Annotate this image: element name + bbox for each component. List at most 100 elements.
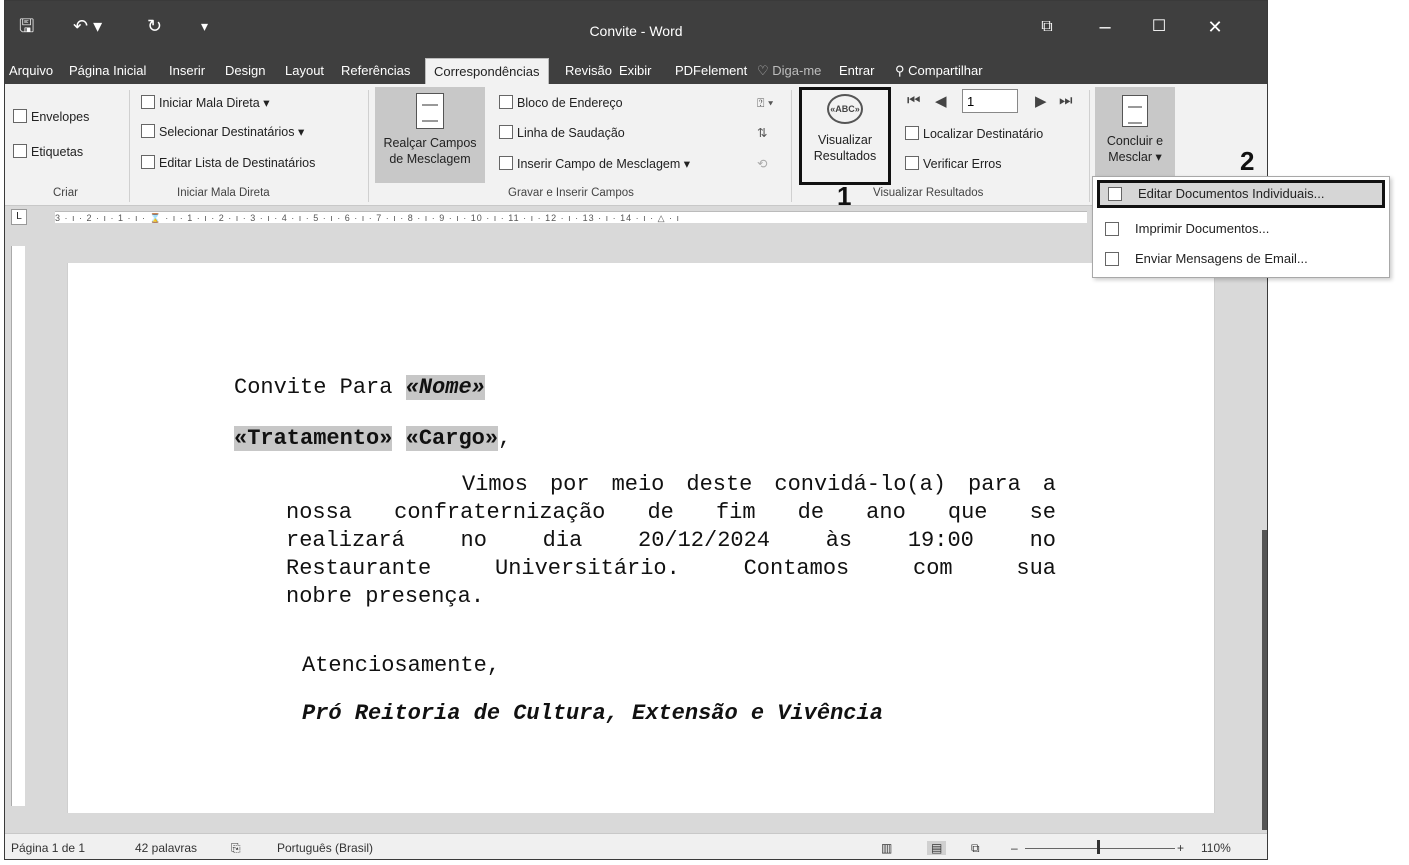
doc-body-line: nossa confraternização de fim de ano que… bbox=[286, 500, 1056, 525]
first-record-icon[interactable]: ⏮ bbox=[907, 92, 921, 109]
tab-correspondencias[interactable]: Correspondências bbox=[425, 58, 549, 84]
bloco-endereco-button[interactable]: Bloco de Endereço bbox=[499, 95, 623, 111]
language-status[interactable]: Português (Brasil) bbox=[277, 841, 373, 855]
editar-lista-label: Editar Lista de Destinatários bbox=[159, 156, 316, 170]
menu-item-label: Editar Documentos Individuais... bbox=[1138, 186, 1325, 201]
finish-merge-icon bbox=[1122, 95, 1148, 127]
update-labels-icon[interactable]: ⟲ bbox=[757, 156, 767, 172]
share-label: Compartilhar bbox=[908, 63, 983, 78]
iniciar-mala-direta-label: Iniciar Mala Direta ▾ bbox=[159, 96, 270, 110]
web-layout-icon[interactable]: ⧉ bbox=[971, 841, 980, 856]
doc-text-convite-para: Convite Para bbox=[234, 375, 406, 400]
label-icon bbox=[13, 144, 27, 158]
word-count[interactable]: 42 palavras bbox=[135, 841, 197, 855]
close-icon[interactable]: ✕ bbox=[1195, 15, 1235, 39]
address-block-icon bbox=[499, 95, 513, 109]
next-record-icon[interactable]: ▶ bbox=[1035, 92, 1047, 110]
tab-pdfelement[interactable]: PDFelement bbox=[675, 58, 747, 84]
insert-field-icon bbox=[499, 156, 513, 170]
person-icon: ⚲ bbox=[895, 63, 909, 78]
menu-item-imprimir-documentos[interactable]: Imprimir Documentos... bbox=[1097, 215, 1385, 243]
envelope-icon bbox=[13, 109, 27, 123]
doc-line-convite: Convite Para «Nome» bbox=[234, 375, 485, 401]
menu-item-enviar-email[interactable]: Enviar Mensagens de Email... bbox=[1097, 245, 1385, 273]
tell-me-search[interactable]: ♡ Diga-me bbox=[757, 58, 821, 84]
group-gravar-inserir: Gravar e Inserir Campos bbox=[508, 187, 634, 199]
tab-revisao[interactable]: Revisão bbox=[565, 58, 612, 84]
zoom-in-icon[interactable]: + bbox=[1177, 841, 1184, 855]
merge-field-cargo[interactable]: «Cargo» bbox=[405, 426, 499, 451]
greeting-line-icon bbox=[499, 125, 513, 139]
iniciar-mala-direta-button[interactable]: Iniciar Mala Direta ▾ bbox=[141, 95, 269, 111]
zoom-level[interactable]: 110% bbox=[1201, 841, 1231, 855]
bloco-endereco-label: Bloco de Endereço bbox=[517, 96, 623, 110]
record-number-input[interactable] bbox=[962, 89, 1018, 113]
doc-line-tratamento: «Tratamento» «Cargo», bbox=[234, 426, 511, 452]
window-title: Convite - Word bbox=[589, 23, 683, 39]
sign-in-link[interactable]: Entrar bbox=[839, 58, 874, 84]
previous-record-icon[interactable]: ◀ bbox=[935, 92, 947, 110]
linha-saudacao-label: Linha de Saudação bbox=[517, 126, 625, 140]
ribbon-display-icon[interactable]: ⧉ bbox=[1027, 15, 1067, 39]
zoom-slider[interactable] bbox=[1025, 848, 1175, 849]
localizar-destinatario-button[interactable]: Localizar Destinatário bbox=[905, 126, 1043, 142]
maximize-icon[interactable]: ☐ bbox=[1139, 15, 1179, 39]
check-errors-icon bbox=[905, 156, 919, 170]
menu-item-editar-documentos[interactable]: Editar Documentos Individuais... bbox=[1097, 180, 1385, 208]
group-separator bbox=[129, 90, 130, 202]
etiquetas-button[interactable]: Etiquetas bbox=[13, 144, 83, 160]
read-mode-icon[interactable]: ▥ bbox=[881, 841, 892, 855]
status-bar: Página 1 de 1 42 palavras ⎘ Português (B… bbox=[5, 833, 1267, 859]
tab-pagina-inicial[interactable]: Página Inicial bbox=[69, 58, 146, 84]
tab-referencias[interactable]: Referências bbox=[341, 58, 410, 84]
doc-signature: Pró Reitoria de Cultura, Extensão e Vivê… bbox=[302, 701, 883, 726]
document-page[interactable]: Convite Para «Nome» «Tratamento» «Cargo»… bbox=[67, 263, 1215, 813]
minimize-icon[interactable]: – bbox=[1085, 15, 1125, 39]
selecionar-destinatarios-button[interactable]: Selecionar Destinatários ▾ bbox=[141, 124, 304, 140]
find-recipient-icon bbox=[905, 126, 919, 140]
linha-saudacao-button[interactable]: Linha de Saudação bbox=[499, 125, 625, 141]
group-separator bbox=[368, 90, 369, 202]
concluir-label-1: Concluir e bbox=[1106, 134, 1164, 148]
merge-field-nome[interactable]: «Nome» bbox=[405, 375, 485, 400]
concluir-mesclar-button[interactable]: Concluir e Mesclar ▾ bbox=[1095, 87, 1175, 182]
share-button[interactable]: ⚲ Compartilhar bbox=[895, 58, 983, 84]
doc-comma: , bbox=[498, 426, 512, 451]
tab-stop-selector[interactable]: L bbox=[11, 209, 27, 225]
inserir-campo-button[interactable]: Inserir Campo de Mesclagem ▾ bbox=[499, 156, 690, 172]
envelopes-button[interactable]: Envelopes bbox=[13, 109, 89, 125]
tab-exibir[interactable]: Exibir bbox=[619, 58, 652, 84]
menu-item-label: Enviar Mensagens de Email... bbox=[1135, 251, 1308, 266]
tab-arquivo[interactable]: Arquivo bbox=[9, 58, 53, 84]
editar-lista-button[interactable]: Editar Lista de Destinatários bbox=[141, 155, 315, 171]
tab-inserir[interactable]: Inserir bbox=[169, 58, 205, 84]
page-count[interactable]: Página 1 de 1 bbox=[11, 841, 85, 855]
rules-icon[interactable]: ⍰ ▾ bbox=[757, 95, 773, 111]
background-scrollbar bbox=[1262, 530, 1267, 830]
group-visualizar-resultados: Visualizar Resultados bbox=[873, 187, 984, 199]
doc-body-line: realizará no dia 20/12/2024 às 19:00 no bbox=[286, 528, 1056, 553]
match-fields-icon[interactable]: ⇅ bbox=[757, 125, 767, 141]
localizar-label: Localizar Destinatário bbox=[923, 127, 1044, 141]
proofing-icon[interactable]: ⎘ bbox=[231, 841, 241, 856]
zoom-out-icon[interactable]: – bbox=[1011, 841, 1018, 855]
edit-documents-icon bbox=[1108, 187, 1122, 201]
horizontal-ruler: L 3 · ı · 2 · ı · 1 · ı · ⌛ · ı · 1 · ı … bbox=[5, 206, 1267, 228]
concluir-label-2: Mesclar ▾ bbox=[1108, 150, 1162, 164]
zoom-slider-thumb[interactable] bbox=[1097, 840, 1100, 854]
inserir-campo-label: Inserir Campo de Mesclagem ▾ bbox=[517, 157, 691, 171]
title-bar: 🖫 ↶ ▾ ↻ ▾ Convite - Word ⧉ – ☐ ✕ bbox=[5, 1, 1267, 58]
last-record-icon[interactable]: ⏭ bbox=[1059, 92, 1073, 109]
highlight-fields-icon bbox=[416, 93, 444, 129]
tab-design[interactable]: Design bbox=[225, 58, 265, 84]
merge-field-tratamento[interactable]: «Tratamento» bbox=[234, 426, 393, 451]
group-criar: Criar bbox=[53, 187, 78, 199]
print-layout-icon[interactable]: ▤ bbox=[927, 841, 947, 855]
realcar-campos-button[interactable]: Realçar Campos de Mesclagem bbox=[375, 87, 485, 183]
realcar-label-1: Realçar Campos bbox=[383, 136, 477, 150]
tab-layout[interactable]: Layout bbox=[285, 58, 324, 84]
vertical-ruler bbox=[11, 246, 25, 806]
verificar-erros-button[interactable]: Verificar Erros bbox=[905, 156, 1002, 172]
ribbon: Envelopes Etiquetas Criar Iniciar Mala D… bbox=[5, 84, 1267, 206]
ruler-ticks: 3 · ı · 2 · ı · 1 · ı · ⌛ · ı · 1 · ı · … bbox=[55, 211, 1087, 223]
